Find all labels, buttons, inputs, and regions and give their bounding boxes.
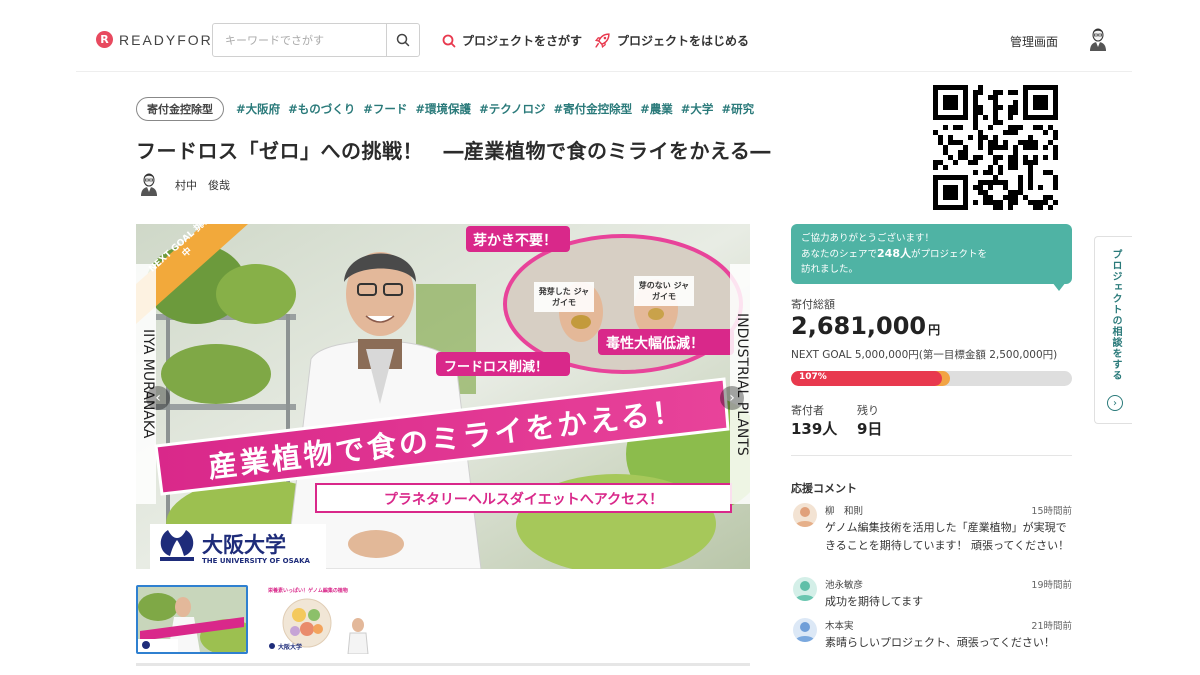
search-icon [442,34,456,47]
tag-item[interactable]: #ものづくり [288,101,355,117]
page: R READYFOR プロジェクトをさがす [0,0,1200,675]
search-button[interactable] [386,24,419,56]
comment-text: 成功を期待してます [825,595,924,608]
comment-item: 柳 和則 15時間前 ゲノム編集技術を活用した「産業植物」が実現できることを期待… [791,503,1072,575]
owner-avatar[interactable] [137,170,161,196]
hero-subline: プラネタリーヘルスダイエットへアクセス！ [383,492,664,508]
site-header: R READYFOR プロジェクトをさがす [76,0,1132,72]
consult-side-tab[interactable]: プロジェクトの相談をする › [1094,236,1132,424]
consult-label: プロジェクトの相談をする [1110,249,1121,381]
chevron-left-icon: ‹ [155,390,161,406]
remaining-label: 残り [857,404,879,417]
tag-pill-tax[interactable]: 寄付金控除型 [136,97,224,121]
logo-text: READYFOR [119,31,213,48]
scroll-divider [136,663,750,666]
comment-time: 19時間前 [1031,580,1072,591]
hero-label-foodloss: フードロス削減！ [444,360,549,375]
owner-name[interactable]: 村中 俊哉 [175,177,230,193]
tag-item[interactable]: #大阪府 [236,101,280,117]
share-visit-count: 248人 [877,247,911,260]
comment-text: ゲノム編集技術を活用した「産業植物」が実現できることを期待しています！ 頑張って… [825,521,1070,552]
bubble-line-2: あなたのシェアで248人がプロジェクトを [801,247,987,260]
university-name: 大阪大学 [202,533,286,557]
total-amount: 2,681,000 円 [791,312,941,340]
divider [791,455,1072,456]
supporters-label: 寄付者 [791,404,824,417]
tag-item[interactable]: #フード [363,101,407,117]
nav-search-label: プロジェクトをさがす [462,34,583,48]
comment-time: 21時間前 [1031,621,1072,632]
comment-time: 15時間前 [1031,506,1072,517]
nav-start-label: プロジェクトをはじめる [617,34,750,48]
thumbnail-1[interactable] [136,585,248,654]
commenter-name[interactable]: 木本実 [825,618,854,632]
nav-search-projects[interactable]: プロジェクトをさがす [442,32,582,49]
slider-next-button[interactable]: › [720,386,744,410]
hero-right-vertical-text: INDUSTRIAL PLANTS [734,312,750,456]
potato-label-no-sprout: 芽のない ジャガイモ [638,281,690,301]
hero-image[interactable]: NEXT GOAL 挑戦中 芽かき不要！ 毒性大幅低減！ フードロス削減！ 発芽… [136,224,750,569]
chevron-right-icon: › [729,390,735,406]
progress-percent: 107% [799,372,827,382]
hero-left-vertical-text: IIYA MURANAKA [140,329,156,439]
commenter-name[interactable]: 柳 和則 [825,503,863,517]
comment-item: 池永敏彦 19時間前 成功を期待してます [791,577,1072,613]
bubble-tail [1052,282,1066,291]
remaining-value: 9日 [857,420,883,438]
tag-item[interactable]: #研究 [721,101,754,117]
university-name-en: THE UNIVERSITY OF OSAKA [202,557,310,565]
commenter-avatar[interactable] [793,577,817,601]
commenter-avatar[interactable] [793,618,817,642]
hero-label-toxicity: 毒性大幅低減！ [606,336,704,352]
logo-mark-icon: R [96,31,113,48]
commenter-name[interactable]: 池永敏彦 [825,577,863,591]
total-unit: 円 [928,323,941,337]
supporters-value: 139人 [791,420,838,438]
nav-start-project[interactable]: プロジェクトをはじめる [594,32,749,49]
search-input[interactable] [213,24,386,56]
comment-text: 素晴らしいプロジェクト、頑張ってください！ [825,636,1055,649]
admin-link[interactable]: 管理画面 [1010,33,1058,50]
thumbnail-2-title: 栄養素いっぱい！ゲノム編集の植物 [268,588,348,594]
user-avatar[interactable] [1086,25,1110,51]
rocket-icon [594,33,610,49]
thumbnail-2-university: 大阪大学 [278,644,303,651]
tag-item[interactable]: #農業 [640,101,673,117]
hero-label-no-sprout: 芽かき不要！ [473,233,557,249]
thumbnail-2[interactable]: 栄養素いっぱい！ゲノム編集の植物 大阪大学 [262,585,374,654]
tag-item[interactable]: #大学 [681,101,714,117]
tag-item[interactable]: #寄付金控除型 [554,101,633,117]
slider-prev-button[interactable]: ‹ [146,386,170,410]
comments-title: 応援コメント [791,482,857,495]
qr-code [918,72,1073,220]
search-box [212,23,420,57]
search-icon [396,33,410,47]
comment-item: 木本実 21時間前 素晴らしいプロジェクト、頑張ってください！ [791,618,1072,654]
funding-progress-bar: 107% [791,371,1072,386]
commenter-avatar[interactable] [793,503,817,527]
project-title: フードロス「ゼロ」への挑戦！ ―産業植物で食のミライをかえる― [136,139,771,163]
chevron-right-circle-icon: › [1107,395,1123,411]
tag-row: 寄付金控除型 #大阪府 #ものづくり #フード #環境保護 #テクノロジ #寄付… [136,97,762,121]
bubble-line-1: ご協力ありがとうございます！ [801,233,935,244]
share-thanks-bubble: ご協力ありがとうございます！ あなたのシェアで248人がプロジェクトを 訪れまし… [791,224,1072,284]
readyfor-logo[interactable]: R READYFOR [96,31,213,48]
potato-label-sprouted: 発芽した ジャガイモ [538,287,590,307]
tag-item[interactable]: #テクノロジ [479,101,545,117]
total-label: 寄付総額 [791,298,835,311]
tag-item[interactable]: #環境保護 [415,101,471,117]
bubble-line-3: 訪れました。 [801,264,859,275]
next-goal-text: NEXT GOAL 5,000,000円(第一目標金額 2,500,000円) [791,349,1058,361]
